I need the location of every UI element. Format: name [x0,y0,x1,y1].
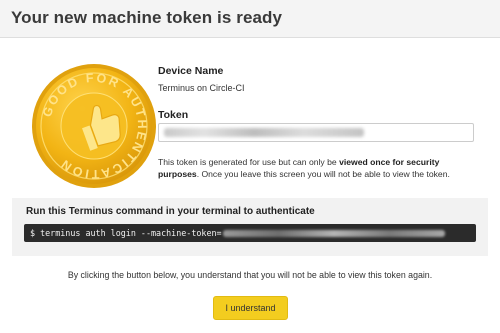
page-title: Your new machine token is ready [11,8,283,27]
good-for-authentication-badge: GOOD FOR AUTHENTICATION [32,64,156,188]
device-name-value: Terminus on Circle-CI [158,83,245,93]
redacted-token [164,128,364,137]
command-box[interactable]: $ terminus auth login --machine-token= [24,224,476,242]
device-name-label: Device Name [158,65,224,77]
command-heading: Run this Terminus command in your termin… [26,206,315,217]
command-section: Run this Terminus command in your termin… [12,198,488,256]
modal-header: Your new machine token is ready [0,0,500,38]
token-field[interactable] [158,123,474,142]
i-understand-button[interactable]: I understand [213,296,288,320]
token-label: Token [158,109,189,121]
command-text: $ terminus auth login --machine-token= [30,228,222,238]
token-note: This token is generated for use but can … [158,157,450,179]
token-ready-modal: Your new machine token is ready GOOD FOR… [0,0,500,333]
footer-note: By clicking the button below, you unders… [67,270,433,280]
redacted-command-token [222,230,445,237]
